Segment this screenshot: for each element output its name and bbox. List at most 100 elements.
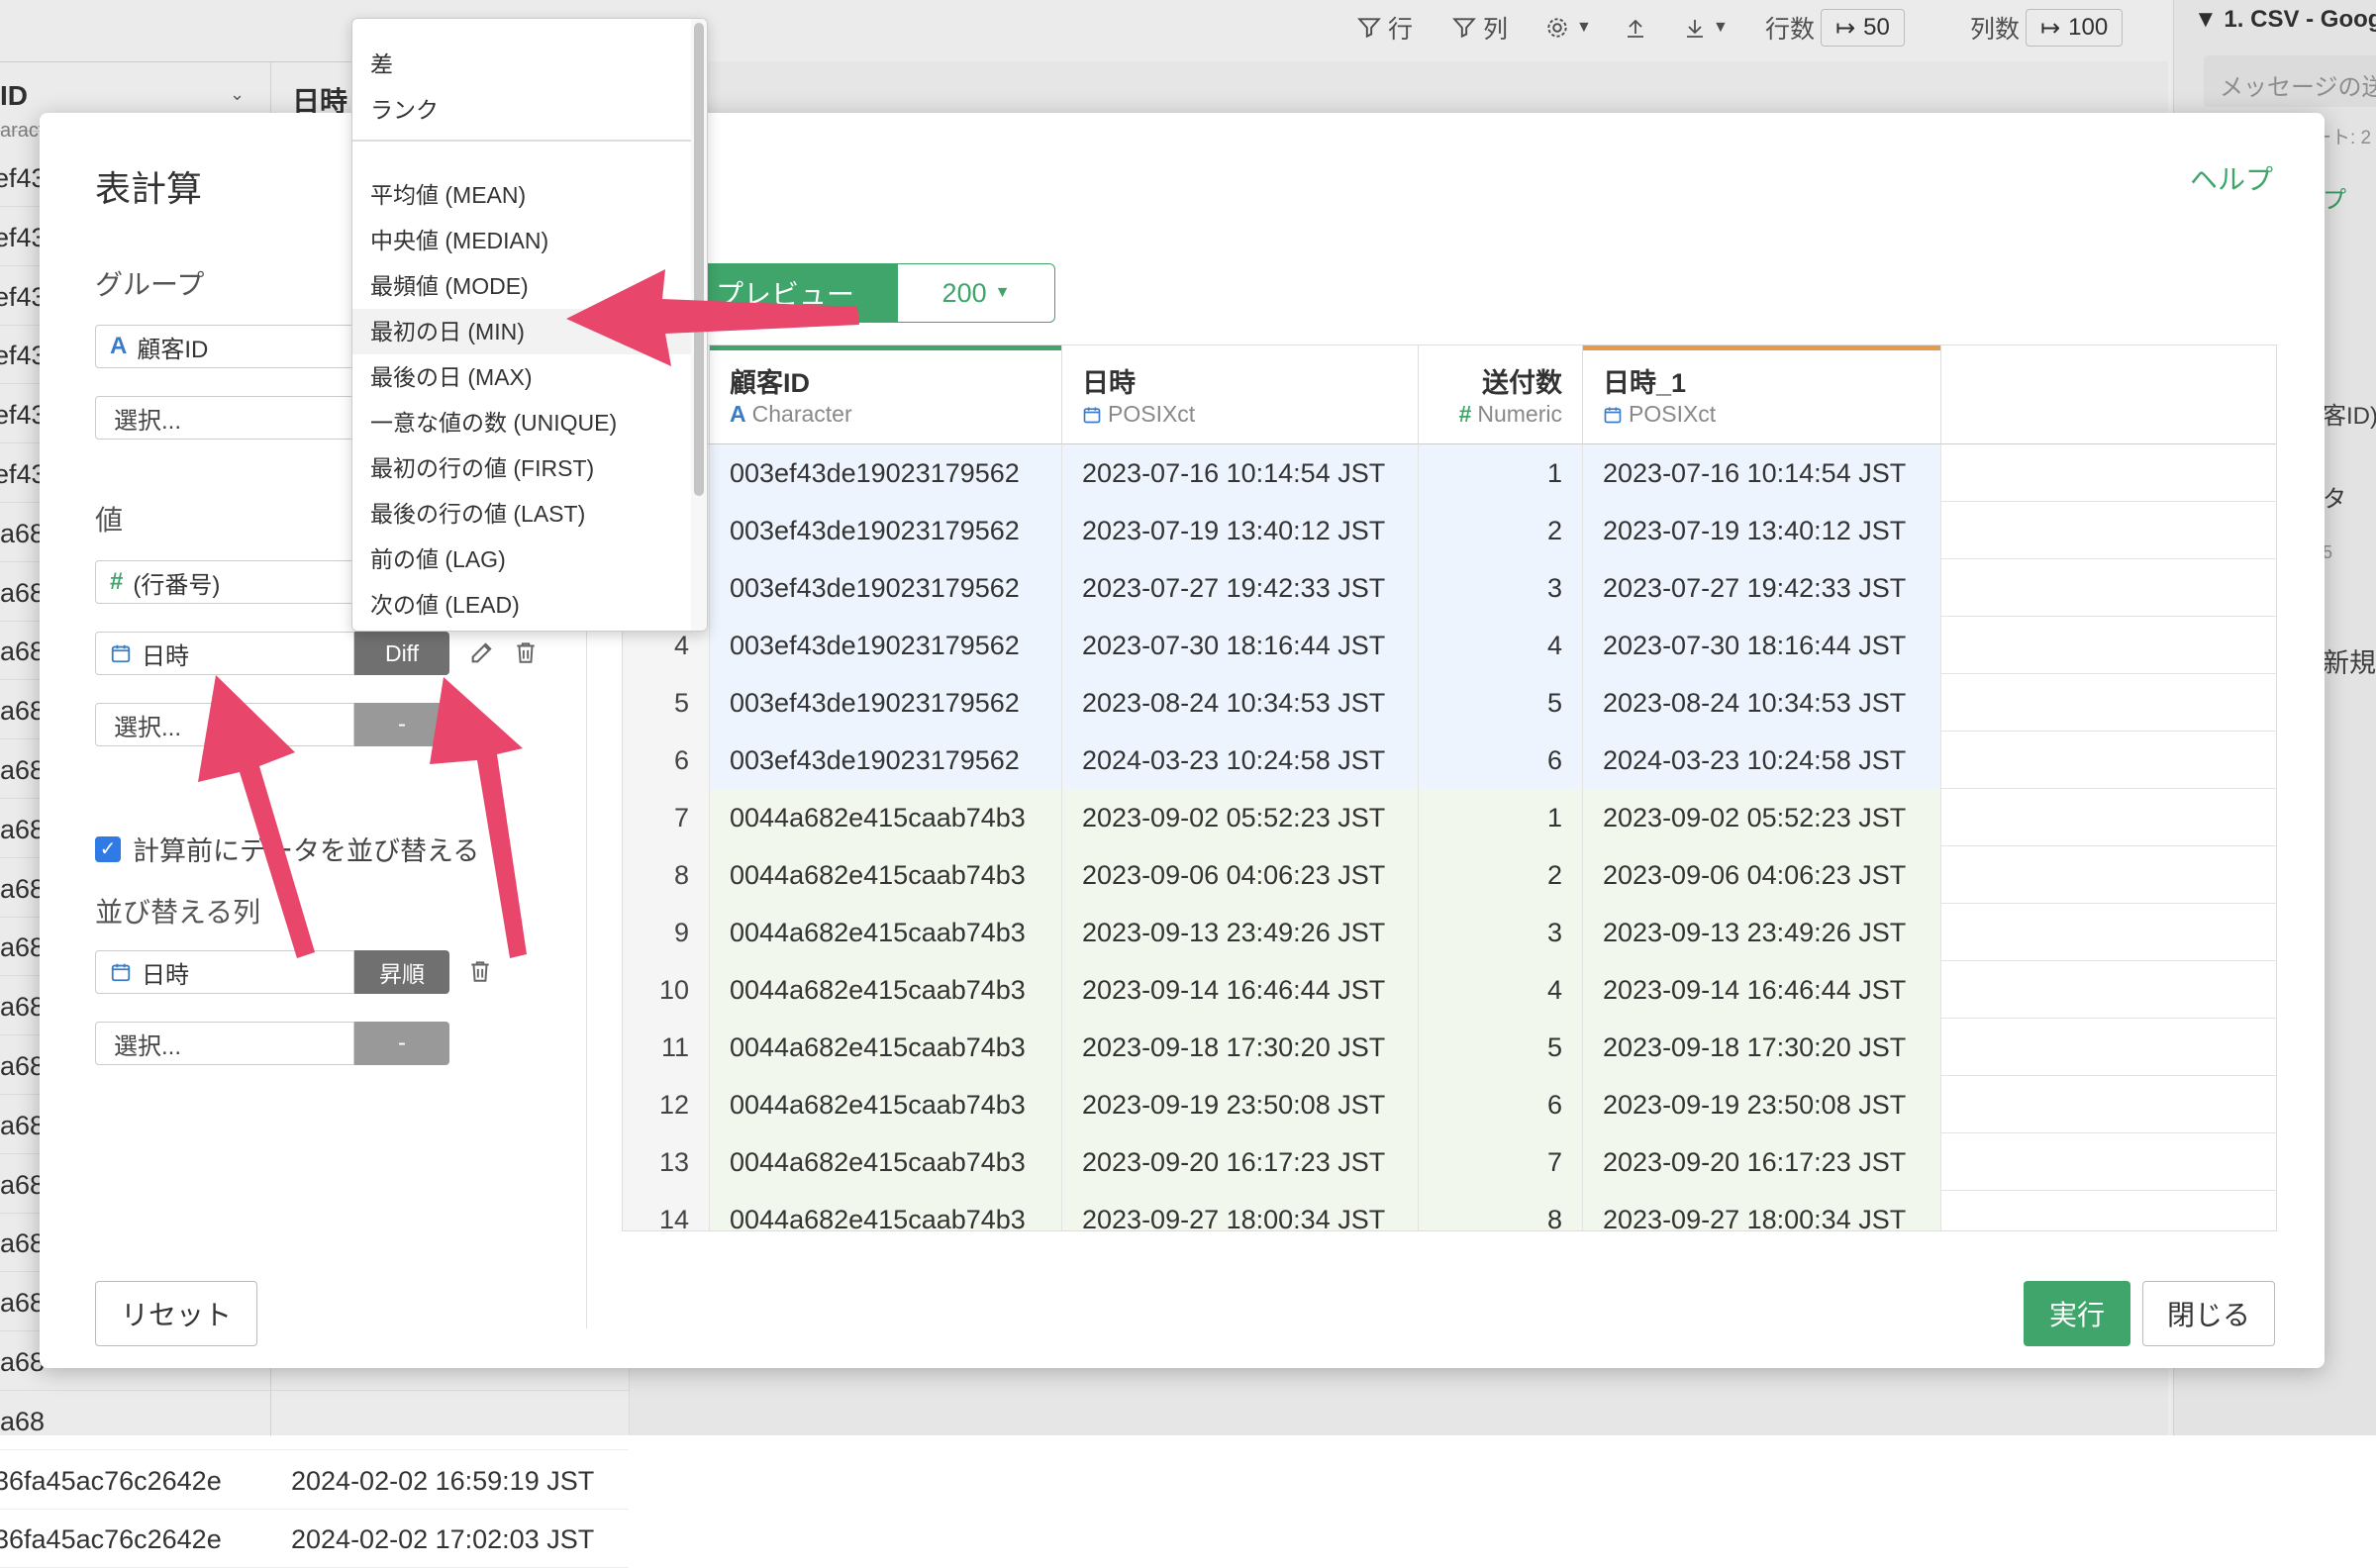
scrollbar-thumb[interactable] bbox=[694, 23, 704, 496]
dropdown-item[interactable]: 次の値 (LEAD) bbox=[352, 582, 693, 628]
background-table-row[interactable]: 36fa45ac76c2642e 2024-02-02 17:02:03 JST bbox=[0, 1511, 629, 1568]
column-header-datetime[interactable]: 日時 POSIXct bbox=[1062, 345, 1419, 444]
group-field[interactable]: A 顧客ID bbox=[95, 325, 372, 368]
column-color-bar bbox=[1583, 345, 1940, 350]
cell-customer-id: 003ef43de19023179562 bbox=[710, 559, 1062, 617]
trash-icon[interactable] bbox=[463, 954, 497, 988]
row-number: 8 bbox=[623, 846, 710, 904]
dropdown-item[interactable]: 差 bbox=[352, 42, 693, 87]
cell-send-count: 8 bbox=[1419, 1191, 1583, 1230]
cell-datetime-1: 2023-09-27 18:00:34 JST bbox=[1583, 1191, 1941, 1230]
column-type: # Numeric bbox=[1459, 401, 1562, 428]
dropdown-item[interactable]: 最初の行の値 (FIRST) bbox=[352, 445, 693, 491]
value-select-op-button[interactable]: - bbox=[354, 703, 449, 746]
background-table-row[interactable]: 36fa45ac76c2642e 2024-02-02 16:59:19 JST bbox=[0, 1452, 629, 1510]
sort-select-op-button[interactable]: - bbox=[354, 1022, 449, 1065]
calculation-type-button[interactable]: Diff bbox=[354, 632, 449, 675]
dropdown-item[interactable]: 平均値 (MEAN) bbox=[352, 172, 693, 218]
preview-data-grid: 顧客ID A Character 日時 POSIXct 送付数 # Numeri… bbox=[622, 344, 2277, 1231]
cell-customer-id: 0044a682e415caab74b3 bbox=[710, 1019, 1062, 1076]
group-select[interactable]: 選択... bbox=[95, 396, 372, 440]
close-button[interactable]: 閉じる bbox=[2142, 1281, 2275, 1346]
column-type: POSIXct bbox=[1082, 401, 1195, 428]
value-select[interactable]: 選択... bbox=[95, 703, 354, 746]
sort-field-datetime[interactable]: 日時 bbox=[95, 950, 354, 994]
column-type-label: POSIXct bbox=[1629, 401, 1717, 427]
run-button[interactable]: 実行 bbox=[2024, 1281, 2130, 1346]
value-field-row-number[interactable]: # (行番号) bbox=[95, 560, 372, 604]
sort-order-button[interactable]: 昇順 bbox=[354, 950, 449, 994]
cell-customer-id: 003ef43de19023179562 bbox=[710, 617, 1062, 674]
value-field-datetime[interactable]: 日時 bbox=[95, 632, 354, 675]
dropdown-item[interactable]: 最後の行の値 (LAST) bbox=[352, 491, 693, 537]
grid-row: 3003ef43de190231795622023-07-27 19:42:33… bbox=[623, 559, 2276, 617]
character-type-icon: A bbox=[730, 401, 746, 427]
column-type: POSIXct bbox=[1603, 401, 1716, 428]
checkbox-checked[interactable]: ✓ bbox=[95, 835, 121, 862]
sort-before-calc-label: 計算前にデータを並び替える bbox=[133, 836, 480, 866]
cell-customer-id: 0044a682e415caab74b3 bbox=[710, 789, 1062, 846]
cell-datetime: 2023-07-19 13:40:12 JST bbox=[1062, 502, 1419, 559]
grid-row: 4 003ef43de19023179562 2023-07-30 18:16:44… bbox=[623, 617, 2276, 674]
cell-datetime-1: 2023-09-13 23:49:26 JST bbox=[1583, 904, 1941, 961]
edit-icon[interactable] bbox=[465, 636, 499, 669]
empty-header bbox=[1941, 345, 2276, 444]
cell-send-count: 1 bbox=[1419, 789, 1583, 846]
column-type-label: Character bbox=[751, 401, 852, 427]
cell-customer-id: 003ef43de19023179562 bbox=[710, 502, 1062, 559]
cell-datetime-1: 2023-09-06 04:06:23 JST bbox=[1583, 846, 1941, 904]
reset-button[interactable]: リセット bbox=[95, 1281, 257, 1346]
row-number: 14 bbox=[623, 1191, 710, 1230]
help-link[interactable]: ヘルプ bbox=[2190, 158, 2273, 198]
cell-customer-id: 003ef43de19023179562 bbox=[710, 732, 1062, 789]
cell-send-count: 2 bbox=[1419, 846, 1583, 904]
row-number: 13 bbox=[623, 1133, 710, 1191]
cell-customer-id: 0044a682e415caab74b3 bbox=[710, 846, 1062, 904]
dropdown-item[interactable]: 中央値 (MEDIAN) bbox=[352, 218, 693, 263]
cell-customer-id: 0044a682e415caab74b3 bbox=[710, 1076, 1062, 1133]
grid-row: 5 003ef43de19023179562 2023-08-24 10:34:53… bbox=[623, 674, 2276, 732]
grid-row: 2003ef43de190231795622023-07-19 13:40:12… bbox=[623, 502, 2276, 559]
cell-customer-id: 003ef43de19023179562 bbox=[710, 674, 1062, 732]
column-name: 送付数 bbox=[1482, 368, 1562, 398]
row-number: 5 bbox=[623, 674, 710, 732]
column-header-send-count[interactable]: 送付数 # Numeric bbox=[1419, 345, 1583, 444]
group-select-placeholder: 選択... bbox=[114, 407, 182, 435]
cell-datetime: 2023-09-06 04:06:23 JST bbox=[1062, 846, 1419, 904]
grid-row: 9 0044a682e415caab74b3 2023-09-13 23:49:26… bbox=[623, 904, 2276, 961]
dropdown-item[interactable]: 前の値 (LAG) bbox=[352, 537, 693, 582]
sort-select-placeholder: 選択... bbox=[114, 1032, 182, 1060]
column-header-datetime-1[interactable]: 日時_1 POSIXct bbox=[1583, 345, 1941, 444]
row-number: 12 bbox=[623, 1076, 710, 1133]
calendar-icon bbox=[111, 644, 131, 663]
preview-control-group: プレビュー 200 ▼ bbox=[673, 263, 1055, 323]
cell-datetime-1: 2023-09-02 05:52:23 JST bbox=[1583, 789, 1941, 846]
numeric-type-icon: # bbox=[110, 568, 124, 595]
background-cell-datetime: 2024-02-02 16:59:19 JST bbox=[291, 1465, 595, 1496]
dropdown-item[interactable]: 一意な値の数 (UNIQUE) bbox=[352, 400, 693, 445]
dropdown-item[interactable]: ランク bbox=[352, 87, 693, 133]
trash-icon[interactable] bbox=[509, 636, 543, 669]
numeric-type-icon: # bbox=[1458, 401, 1472, 427]
cell-datetime: 2023-08-24 10:34:53 JST bbox=[1062, 674, 1419, 732]
cell-datetime-1: 2023-09-18 17:30:20 JST bbox=[1583, 1019, 1941, 1076]
cell-customer-id: 0044a682e415caab74b3 bbox=[710, 1133, 1062, 1191]
value-field-label: (行番号) bbox=[133, 571, 221, 599]
dropdown-scrollbar[interactable] bbox=[691, 19, 707, 631]
preview-rows-select[interactable]: 200 ▼ bbox=[897, 263, 1055, 323]
column-type-label: POSIXct bbox=[1108, 401, 1196, 427]
sort-select[interactable]: 選択... bbox=[95, 1022, 354, 1065]
sort-before-calc-checkbox-row[interactable]: ✓ 計算前にデータを並び替える bbox=[95, 830, 479, 868]
grid-row: 1003ef43de190231795622023-07-16 10:14:54… bbox=[623, 444, 2276, 502]
column-header-customer-id[interactable]: 顧客ID A Character bbox=[710, 345, 1062, 444]
cell-customer-id: 0044a682e415caab74b3 bbox=[710, 904, 1062, 961]
dropdown-item[interactable]: 最頻値 (MODE) bbox=[352, 263, 693, 309]
cell-send-count: 3 bbox=[1419, 559, 1583, 617]
cell-datetime: 2023-09-27 18:00:34 JST bbox=[1062, 1191, 1419, 1230]
cell-send-count: 6 bbox=[1419, 1076, 1583, 1133]
dropdown-item[interactable]: 最初の日 (MIN) bbox=[352, 309, 693, 354]
calendar-icon bbox=[111, 963, 131, 982]
cell-datetime: 2023-07-16 10:14:54 JST bbox=[1062, 444, 1419, 502]
dropdown-item[interactable]: 最後の日 (MAX) bbox=[352, 354, 693, 400]
row-number: 11 bbox=[623, 1019, 710, 1076]
